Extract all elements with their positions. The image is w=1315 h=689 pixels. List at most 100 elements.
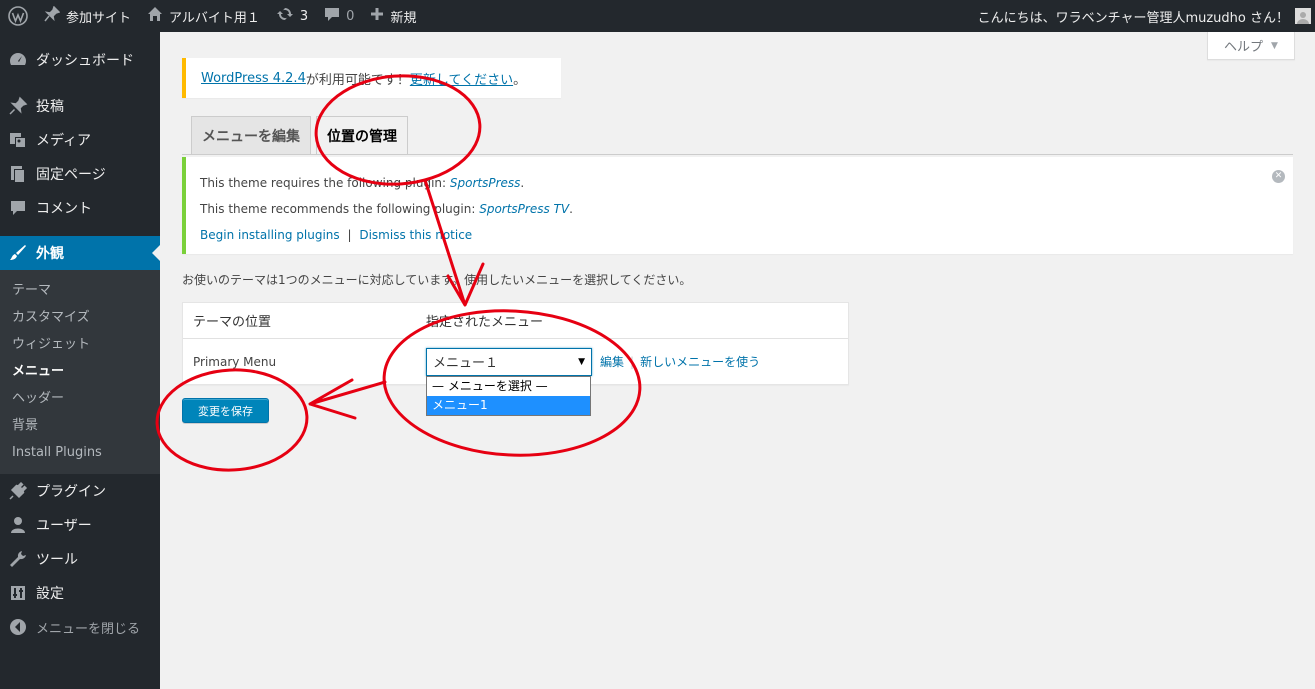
pushpin-icon	[9, 96, 28, 115]
wordpress-version-link[interactable]: WordPress 4.2.4	[201, 71, 306, 86]
wrench-icon	[10, 551, 26, 567]
submenu-header[interactable]: ヘッダー	[0, 385, 160, 412]
sidebar-item-appearance[interactable]: 外観	[0, 236, 160, 270]
sidebar-item-label: ユーザー	[36, 518, 92, 534]
sidebar-item-label: 固定ページ	[36, 167, 106, 183]
sidebar-item-label: コメント	[36, 201, 92, 217]
dropdown-arrow-icon: ▼	[578, 356, 585, 367]
dismiss-close-icon[interactable]: ✕	[1272, 170, 1285, 183]
submenu-customize[interactable]: カスタマイズ	[0, 304, 160, 331]
caret-down-icon: ▼	[1271, 40, 1278, 51]
action-divider: |	[630, 355, 635, 369]
submenu-menus[interactable]: メニュー	[0, 358, 160, 385]
sidebar-item-label: プラグイン	[36, 484, 106, 500]
submenu-background[interactable]: 背景	[0, 412, 160, 439]
tab-edit-menus[interactable]: メニューを編集	[191, 116, 311, 154]
dropdown-option-menu1[interactable]: メニュー1	[427, 396, 590, 415]
location-menu-cell: メニュー１ ▼ 編集 | 新しいメニューを使う	[426, 347, 760, 376]
begin-installing-link[interactable]: Begin installing plugins	[200, 228, 340, 242]
new-content-link[interactable]: 新規	[362, 0, 424, 32]
period: .	[569, 202, 573, 216]
pages-icon	[11, 166, 25, 183]
avatar	[1295, 8, 1311, 24]
location-row-actions: 編集 | 新しいメニューを使う	[600, 353, 760, 370]
menu-select[interactable]: メニュー１ ▼	[426, 347, 592, 376]
sidebar-item-label: メディア	[36, 133, 92, 149]
submenu-install-plugins[interactable]: Install Plugins	[0, 439, 160, 466]
media-icon	[10, 133, 26, 148]
sidebar-item-label: ダッシュボード	[36, 53, 134, 69]
update-nag-tail: 。	[513, 72, 527, 88]
period: .	[520, 176, 525, 190]
collapse-icon	[10, 619, 26, 635]
my-sites-menu[interactable]: 参加サイト	[36, 0, 139, 32]
collapse-label: メニューを閉じる	[36, 621, 141, 637]
pin-icon	[44, 5, 61, 26]
edit-menu-link[interactable]: 編集	[600, 355, 624, 369]
wp-logo-icon[interactable]	[0, 0, 36, 32]
sidebar-item-label: 投稿	[36, 99, 64, 115]
requires-text: This theme requires the following plugin…	[200, 176, 450, 190]
main-content: ヘルプ ▼ WordPress 4.2.4 が利用可能です！ 更新してください …	[160, 32, 1315, 689]
dashboard-icon	[9, 53, 27, 65]
comments-icon	[11, 201, 25, 215]
col-theme-location: テーマの位置	[193, 315, 272, 330]
my-account[interactable]: こんにちは、ワラベンチャー管理人muzudho さん！	[978, 7, 1315, 26]
use-new-menu-link[interactable]: 新しいメニューを使う	[640, 355, 760, 369]
comments-link[interactable]: 0	[316, 0, 362, 32]
recommends-text: This theme recommends the following plug…	[200, 202, 480, 216]
sidebar-item-label: ツール	[36, 552, 78, 568]
sidebar-item-plugins[interactable]: プラグイン	[0, 474, 160, 508]
sportspress-tv-link[interactable]: SportsPress TV	[479, 202, 569, 216]
updates-count: 3	[299, 8, 309, 24]
paintbrush-icon	[10, 245, 26, 260]
locations-description: お使いのテーマは1つのメニューに対応しています。使用したいメニューを選択してくだ…	[182, 273, 692, 287]
sidebar-item-posts[interactable]: 投稿	[0, 89, 160, 123]
nav-tabs: メニューを編集 位置の管理	[191, 116, 413, 155]
collapse-menu-button[interactable]: メニューを閉じる	[0, 610, 160, 644]
updates-icon	[276, 6, 294, 26]
greeting-text: こんにちは、ワラベンチャー管理人muzudho さん！	[977, 10, 1289, 26]
separator: |	[347, 228, 352, 242]
requires-line: This theme requires the following plugin…	[200, 170, 1293, 196]
plus-icon	[370, 7, 384, 25]
sidebar-item-pages[interactable]: 固定ページ	[0, 157, 160, 191]
updates-link[interactable]: 3	[268, 0, 316, 32]
plugin-notice: This theme requires the following plugin…	[182, 157, 1293, 254]
sidebar-item-users[interactable]: ユーザー	[0, 508, 160, 542]
sidebar-item-media[interactable]: メディア	[0, 123, 160, 157]
sidebar-item-settings[interactable]: 設定	[0, 576, 160, 610]
comments-count: 0	[346, 8, 355, 24]
admin-bar: 参加サイト アルバイト用１ 3 0 新規 こんにちは、ワラベンチャー管理人muz…	[0, 0, 1315, 32]
notice-actions: Begin installing plugins | Dismiss this …	[200, 222, 1293, 248]
sportspress-link[interactable]: SportsPress	[450, 176, 521, 190]
comment-icon	[324, 6, 340, 26]
dismiss-notice-link[interactable]: Dismiss this notice	[359, 228, 472, 242]
my-sites-label: 参加サイト	[66, 10, 132, 26]
help-button[interactable]: ヘルプ ▼	[1207, 32, 1295, 60]
sidebar-item-comments[interactable]: コメント	[0, 191, 160, 225]
dropdown-option-placeholder[interactable]: — メニューを選択 —	[427, 377, 590, 396]
home-icon	[147, 6, 163, 26]
sidebar-item-dashboard[interactable]: ダッシュボード	[0, 43, 160, 77]
help-label: ヘルプ	[1224, 40, 1264, 55]
menu-select-dropdown: — メニューを選択 — メニュー1	[426, 376, 591, 416]
submenu-themes[interactable]: テーマ	[0, 277, 160, 304]
settings-icon	[11, 586, 25, 600]
site-home-link[interactable]: アルバイト用１	[139, 0, 268, 32]
col-assigned-menu: 指定されたメニュー	[426, 315, 544, 330]
sidebar-item-label: 外観	[36, 246, 64, 262]
menu-select-value: メニュー１	[433, 356, 499, 371]
plugin-icon	[9, 481, 28, 500]
site-name-label: アルバイト用１	[169, 10, 260, 26]
sidebar-item-label: 設定	[36, 586, 64, 602]
sidebar-item-tools[interactable]: ツール	[0, 542, 160, 576]
appearance-submenu: テーマ カスタマイズ ウィジェット メニュー ヘッダー 背景 Install P…	[0, 270, 160, 474]
update-nag-text: が利用可能です！	[305, 72, 410, 88]
submenu-widgets[interactable]: ウィジェット	[0, 331, 160, 358]
admin-sidebar: ダッシュボード 投稿 メディア 固定ページ コメント 外観 テーマ カスタマイズ…	[0, 32, 160, 689]
tabs-divider	[182, 154, 1293, 155]
update-now-link[interactable]: 更新してください	[410, 69, 513, 88]
tab-manage-locations[interactable]: 位置の管理	[316, 116, 408, 155]
save-changes-button[interactable]: 変更を保存	[182, 398, 269, 423]
